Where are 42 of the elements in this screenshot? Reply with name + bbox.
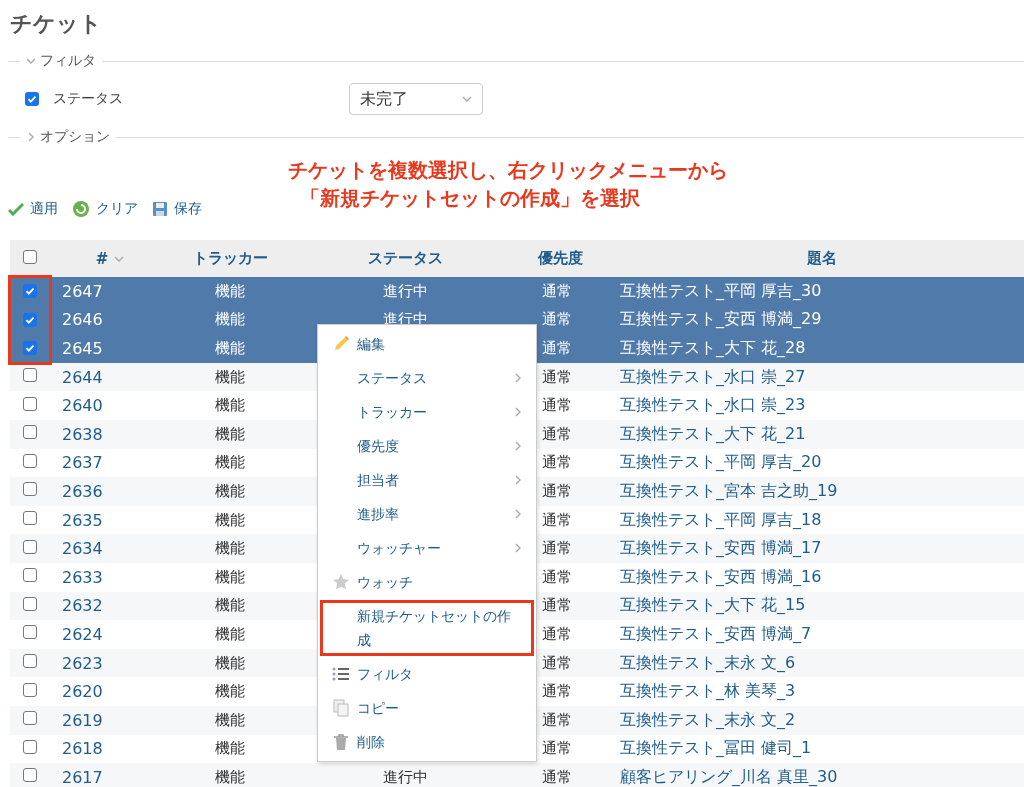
table-cell-text: 機能 xyxy=(214,367,246,387)
table-cell-text: 通常 xyxy=(541,682,573,702)
table-cell-text: 通常 xyxy=(541,539,573,559)
table-cell-text: 機能 xyxy=(214,653,246,673)
table-cell-text: 機能 xyxy=(214,624,246,644)
table-cell-text: 通常 xyxy=(541,767,573,787)
table-cell-text: 機能 xyxy=(214,424,246,444)
table-cell-text: 機能 xyxy=(214,481,246,501)
table-cell-text: 通常 xyxy=(541,596,573,616)
table-cell-text: 機能 xyxy=(214,310,246,330)
annotation-text: チケットを複数選択し、右クリックメニューから xyxy=(288,157,728,184)
page-title: チケット xyxy=(9,10,103,38)
table-cell-text: 進行中 xyxy=(381,767,429,787)
table-cell-text: 進行中 xyxy=(381,281,429,301)
table-cell-text: 通常 xyxy=(541,339,573,358)
table-cell-text: 機能 xyxy=(214,710,246,730)
table-cell-text: 通常 xyxy=(541,310,573,330)
table-cell-text: 通常 xyxy=(541,624,573,644)
table-cell-text: 機能 xyxy=(214,767,246,787)
table-cell-text: 機能 xyxy=(214,510,246,530)
table-cell-text: 通常 xyxy=(541,567,573,587)
table-cell-text: 機能 xyxy=(214,453,246,473)
table-cell-text: 機能 xyxy=(214,596,246,616)
table-cell-text: 機能 xyxy=(214,567,246,587)
table-cell-text: 機能 xyxy=(214,682,246,702)
table-cell-text: 機能 xyxy=(214,339,246,358)
table-cell-text: 通常 xyxy=(541,710,573,730)
table-cell-text: 通常 xyxy=(541,510,573,530)
table-cell-text: 機能 xyxy=(214,539,246,559)
table-cell-text: 通常 xyxy=(541,281,573,301)
table-cell-text: 通常 xyxy=(541,739,573,759)
filter-label: ステータス xyxy=(53,90,124,108)
table-cell-text: 通常 xyxy=(541,367,573,387)
annotation-text: 「新規チケットセットの作成」を選択 xyxy=(299,185,641,212)
table-cell-text: 通常 xyxy=(541,424,573,444)
table-cell-text: 機能 xyxy=(214,281,246,301)
table-cell-text: 機能 xyxy=(214,396,246,416)
table-cell-text: 通常 xyxy=(541,653,573,673)
table-cell-text: 通常 xyxy=(541,481,573,501)
table-cell-text: 機能 xyxy=(214,739,246,759)
table-cell-text: 通常 xyxy=(541,453,573,473)
table-cell-text: 通常 xyxy=(541,396,573,416)
